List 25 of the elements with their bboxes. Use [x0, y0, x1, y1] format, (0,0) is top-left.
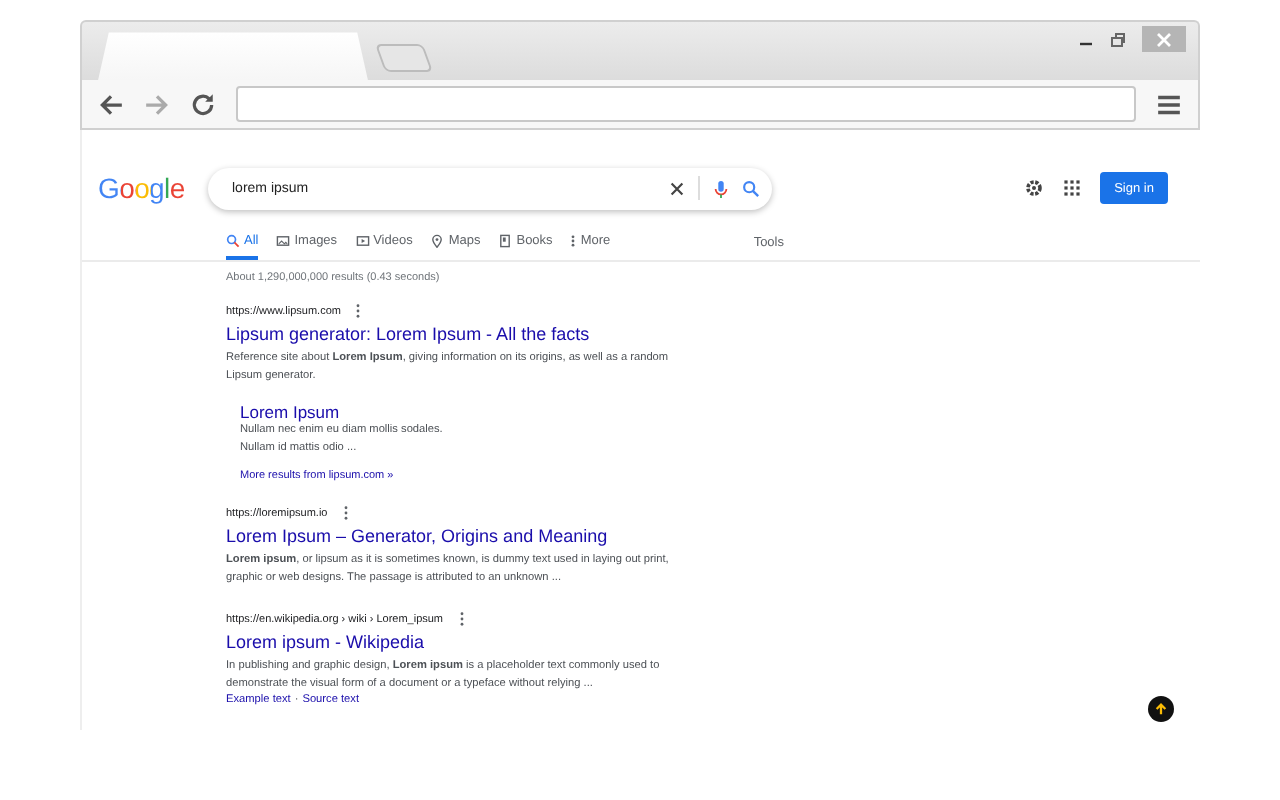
more-icon: [570, 234, 577, 248]
sitelink-title[interactable]: Lorem Ipsum: [240, 402, 460, 422]
restore-icon[interactable]: [1110, 31, 1126, 47]
settings-icon[interactable]: [1024, 178, 1044, 198]
scroll-to-top-button[interactable]: [1148, 696, 1174, 722]
reload-icon[interactable]: [190, 91, 216, 118]
apps-grid-icon[interactable]: [1062, 178, 1082, 198]
back-icon[interactable]: [98, 91, 124, 118]
clear-icon[interactable]: [668, 179, 686, 197]
google-logo[interactable]: Google: [98, 172, 185, 204]
search-icon: [226, 234, 240, 248]
result-title-link[interactable]: Lorem ipsum - Wikipedia: [226, 632, 425, 652]
more-options-icon[interactable]: [459, 612, 464, 626]
arrow-up-icon: [1154, 702, 1168, 716]
map-pin-icon: [430, 234, 445, 248]
microphone-icon[interactable]: [712, 179, 730, 197]
result-title-link[interactable]: Lorem Ipsum – Generator, Origins and Meaning: [226, 526, 608, 546]
result-title-link[interactable]: Lipsum generator: Lorem Ipsum - All the facts: [226, 324, 590, 344]
menu-icon[interactable]: [1156, 91, 1182, 118]
video-icon: [355, 234, 370, 248]
search-icon[interactable]: [742, 179, 760, 197]
image-icon: [276, 234, 291, 248]
more-options-icon[interactable]: [343, 506, 348, 520]
book-icon: [498, 234, 513, 248]
more-options-icon[interactable]: [356, 304, 361, 318]
